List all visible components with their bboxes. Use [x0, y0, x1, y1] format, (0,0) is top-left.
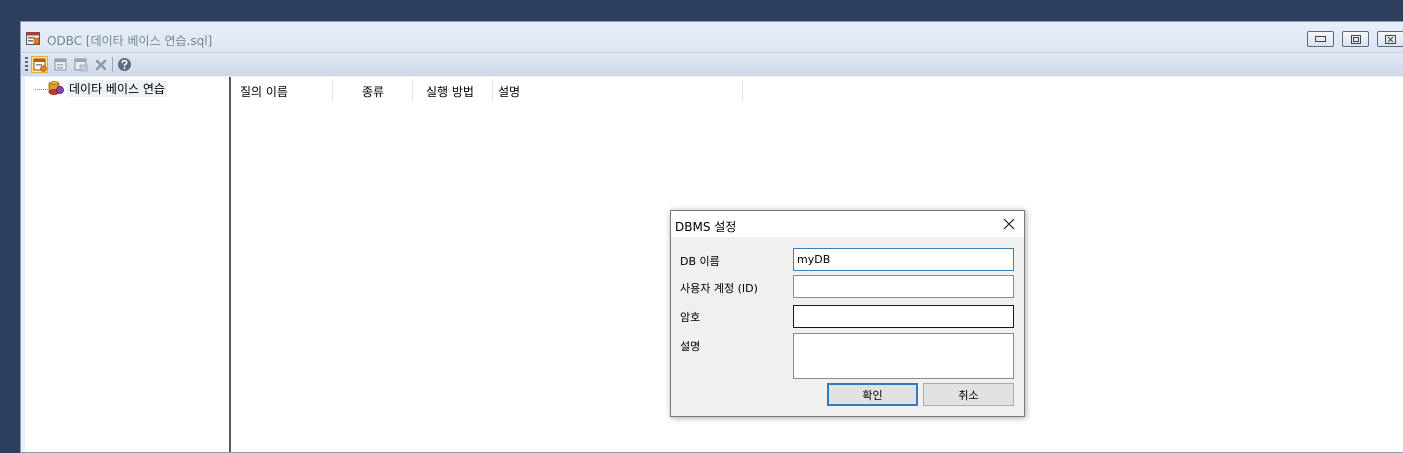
minimize-icon	[1315, 36, 1326, 42]
edit-db-button[interactable]	[52, 56, 69, 73]
dbms-settings-dialog: DBMS 설정 DB 이름 사용자 계정 (ID) 암호 설명 확인 취소	[670, 210, 1025, 417]
edit-db-icon	[54, 58, 66, 70]
maximize-button[interactable]	[1342, 31, 1369, 47]
delete-icon	[95, 59, 106, 70]
close-button[interactable]	[1377, 31, 1403, 47]
password-label: 암호	[680, 311, 701, 324]
maximize-icon	[1350, 34, 1361, 44]
app-icon	[26, 32, 40, 45]
minimize-button[interactable]	[1307, 31, 1334, 47]
db-name-label: DB 이름	[680, 255, 720, 268]
toolbar	[21, 52, 1403, 76]
user-id-input[interactable]	[793, 275, 1014, 298]
description-label: 설명	[680, 340, 701, 353]
db-settings-button[interactable]	[72, 56, 89, 73]
cancel-button[interactable]: 취소	[923, 383, 1014, 406]
toolbar-grip[interactable]	[25, 57, 28, 72]
dialog-title-bar[interactable]: DBMS 설정	[671, 211, 1024, 237]
column-divider[interactable]	[492, 79, 493, 101]
db-settings-icon	[74, 58, 87, 71]
user-id-label: 사용자 계정 (ID)	[680, 282, 758, 295]
database-icon	[48, 81, 64, 95]
tree-item-root[interactable]: 데이타 베이스 연습	[67, 80, 167, 97]
close-icon	[1385, 34, 1396, 44]
column-divider[interactable]	[742, 79, 743, 101]
database-tree: 데이타 베이스 연습	[25, 77, 231, 452]
new-db-button[interactable]	[31, 56, 48, 73]
help-icon	[118, 58, 131, 71]
column-divider[interactable]	[412, 79, 413, 101]
delete-button[interactable]	[92, 56, 109, 73]
dialog-title: DBMS 설정	[675, 220, 737, 234]
password-input[interactable]	[793, 305, 1014, 328]
dialog-close-icon[interactable]	[1002, 217, 1016, 231]
toolbar-separator	[112, 57, 113, 72]
column-header-description[interactable]: 설명	[498, 83, 520, 100]
help-button[interactable]	[116, 56, 133, 73]
window-title: ODBC [데이타 베이스 연습.sql]	[47, 34, 213, 48]
column-divider[interactable]	[332, 79, 333, 101]
column-header-run-method[interactable]: 실행 방법	[426, 83, 474, 100]
new-db-icon	[33, 58, 47, 72]
title-bar[interactable]: ODBC [데이타 베이스 연습.sql]	[21, 22, 1403, 52]
ok-button[interactable]: 확인	[827, 383, 918, 406]
description-input[interactable]	[793, 333, 1014, 379]
db-name-input[interactable]	[793, 248, 1014, 271]
column-header-type[interactable]: 종류	[362, 83, 384, 100]
column-header-query-name[interactable]: 질의 이름	[240, 83, 288, 100]
